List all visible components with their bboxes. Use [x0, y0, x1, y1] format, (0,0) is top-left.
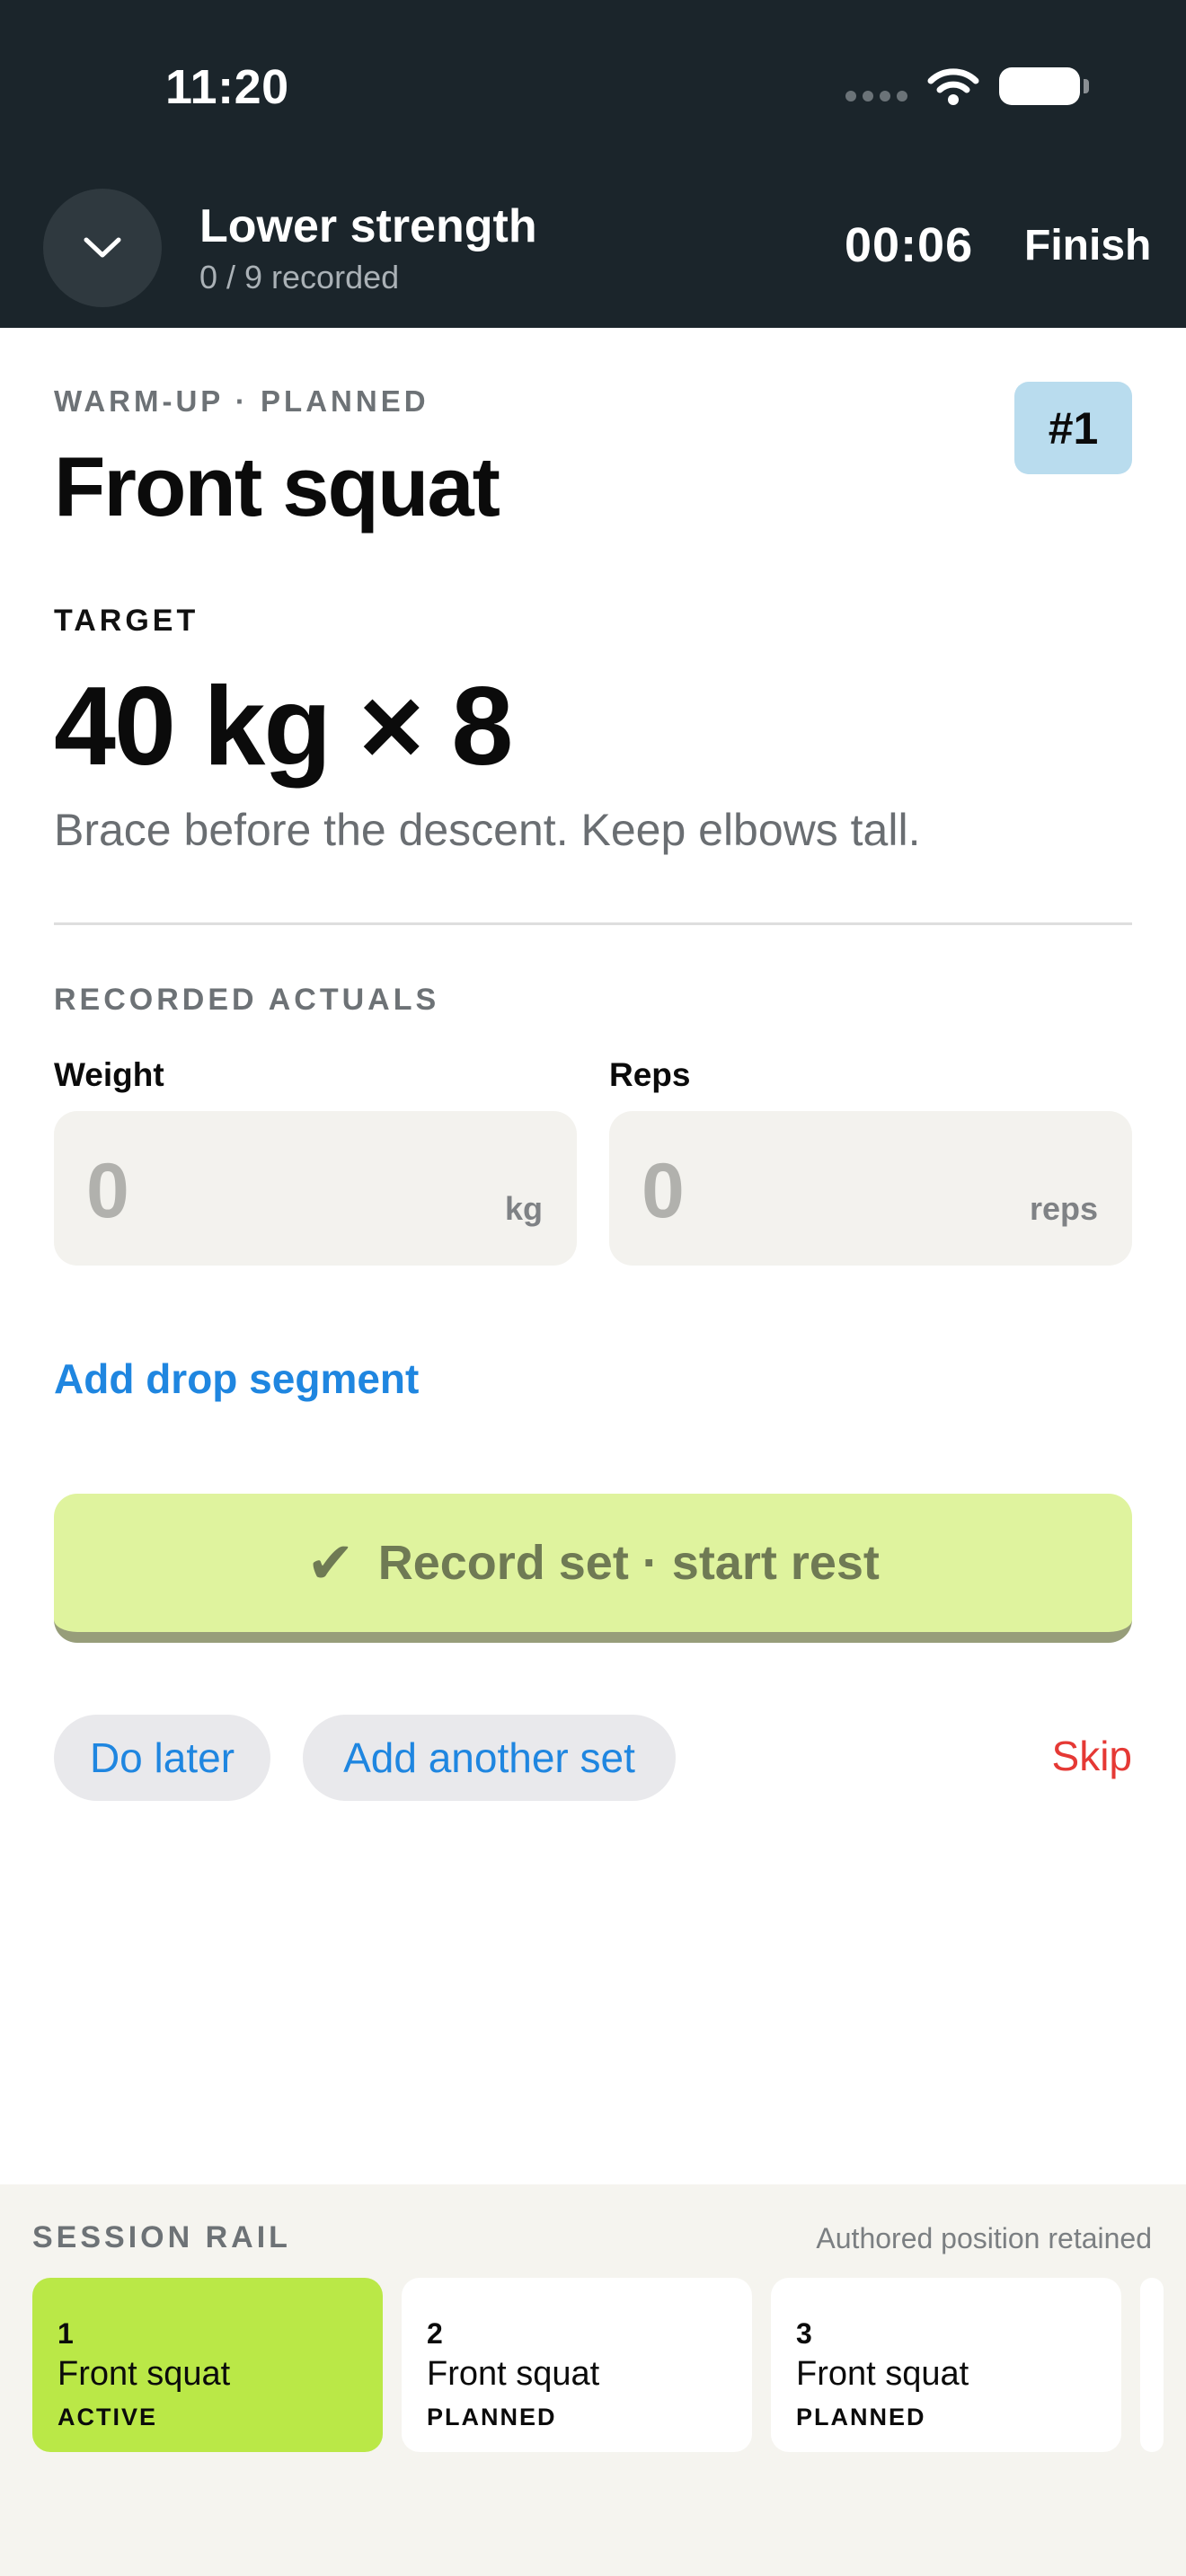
rail-item-state: PLANNED — [427, 2404, 557, 2430]
session-title: Lower strength — [199, 200, 537, 252]
rail-item-number: 1 — [58, 2317, 74, 2350]
session-rail-note: Authored position retained — [816, 2222, 1152, 2254]
reps-unit: reps — [1029, 1190, 1098, 1227]
set-number-badge: #1 — [1014, 382, 1132, 474]
weight-unit: kg — [504, 1190, 543, 1227]
rail-item-partial[interactable] — [1140, 2278, 1164, 2452]
collapse-session-button[interactable] — [43, 189, 162, 307]
add-another-set-button[interactable]: Add another set — [303, 1715, 676, 1801]
status-icons — [845, 66, 1089, 106]
session-progress: 0 / 9 recorded — [199, 259, 400, 296]
session-rail-title: SESSION RAIL — [32, 2220, 291, 2254]
recorded-actuals-label: RECORDED ACTUALS — [54, 983, 440, 1017]
rail-item-number: 2 — [427, 2317, 443, 2350]
workout-header: 11:20 Lower strength 0 / 9 recorded 00:0… — [0, 0, 1186, 328]
exercise-name: Front squat — [54, 439, 500, 534]
rail-item-name: Front squat — [427, 2355, 600, 2393]
record-set-label: Record set · start rest — [377, 1536, 880, 1590]
chevron-down-icon — [84, 237, 121, 258]
rail-item-state: ACTIVE — [58, 2404, 158, 2430]
rail-item-name: Front squat — [58, 2355, 231, 2393]
target-value: 40 kg × 8 — [54, 665, 513, 789]
reps-label: Reps — [609, 1056, 691, 1093]
session-rail: SESSION RAIL Authored position retained … — [0, 2184, 1186, 2576]
record-set-button[interactable]: ✔ Record set · start rest — [54, 1494, 1132, 1643]
cellular-signal-icon — [845, 71, 907, 101]
rail-item-number: 3 — [796, 2317, 812, 2350]
reps-value: 0 — [642, 1148, 685, 1234]
add-drop-segment-link[interactable]: Add drop segment — [54, 1354, 419, 1403]
checkmark-icon: ✔ — [306, 1531, 355, 1595]
rail-item[interactable]: 3 Front squat PLANNED — [771, 2278, 1121, 2452]
rail-item[interactable]: 2 Front squat PLANNED — [402, 2278, 752, 2452]
rail-item-active[interactable]: 1 Front squat ACTIVE — [32, 2278, 383, 2452]
do-later-button[interactable]: Do later — [54, 1715, 270, 1801]
weight-value: 0 — [86, 1148, 129, 1234]
weight-label: Weight — [54, 1056, 164, 1093]
divider — [54, 922, 1132, 925]
weight-input[interactable]: 0 kg — [54, 1111, 577, 1266]
rail-item-name: Front squat — [796, 2355, 969, 2393]
status-time: 11:20 — [165, 60, 289, 114]
battery-icon — [999, 67, 1089, 105]
finish-button[interactable]: Finish — [1024, 221, 1151, 270]
target-label: TARGET — [54, 604, 199, 638]
session-timer: 00:06 — [845, 218, 974, 272]
skip-button[interactable]: Skip — [1052, 1732, 1132, 1780]
reps-input[interactable]: 0 reps — [609, 1111, 1132, 1266]
wifi-icon — [927, 68, 979, 105]
coaching-cue: Brace before the descent. Keep elbows ta… — [54, 805, 921, 855]
set-type-label: WARM-UP · PLANNED — [54, 384, 429, 418]
rail-item-state: PLANNED — [796, 2404, 926, 2430]
